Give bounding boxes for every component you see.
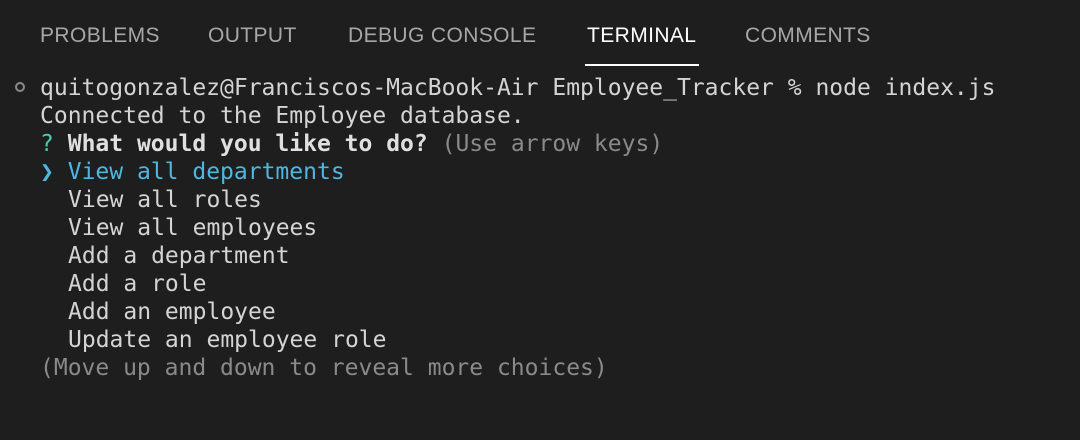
choice-item[interactable]: View all employees: [68, 214, 317, 242]
choice-item[interactable]: Add a role: [68, 270, 206, 298]
prompt-mark: ?: [40, 131, 54, 157]
panel-tab-bar: PROBLEMS OUTPUT DEBUG CONSOLE TERMINAL C…: [0, 0, 1080, 70]
command-status-circle-icon[interactable]: [15, 82, 25, 92]
status-line: Connected to the Employee database.: [40, 103, 525, 129]
terminal-output[interactable]: quitogonzalez@Franciscos-MacBook-Air Emp…: [0, 74, 1080, 440]
choice-item[interactable]: Add an employee: [68, 298, 276, 326]
choice-item[interactable]: View all roles: [68, 186, 262, 214]
prompt-question: What would you like to do?: [67, 131, 428, 157]
tab-debug-console[interactable]: DEBUG CONSOLE: [348, 24, 536, 48]
pointer-icon: ❯: [40, 159, 54, 185]
bottom-panel: PROBLEMS OUTPUT DEBUG CONSOLE TERMINAL C…: [0, 0, 1080, 440]
footer-hint: (Move up and down to reveal more choices…: [40, 355, 608, 381]
command-line: quitogonzalez@Franciscos-MacBook-Air Emp…: [40, 75, 996, 101]
active-tab-indicator: [585, 64, 699, 66]
tab-terminal[interactable]: TERMINAL: [587, 24, 696, 48]
tab-comments[interactable]: COMMENTS: [745, 24, 871, 48]
choice-label: View all departments: [67, 159, 345, 185]
choice-item[interactable]: Update an employee role: [68, 326, 387, 354]
choice-selected[interactable]: ❯ View all departments: [40, 158, 345, 186]
choice-item[interactable]: Add a department: [68, 242, 290, 270]
tab-output[interactable]: OUTPUT: [208, 24, 297, 48]
prompt-hint: (Use arrow keys): [441, 131, 664, 157]
prompt-line: ? What would you like to do? (Use arrow …: [40, 130, 663, 158]
tab-problems[interactable]: PROBLEMS: [40, 24, 160, 48]
